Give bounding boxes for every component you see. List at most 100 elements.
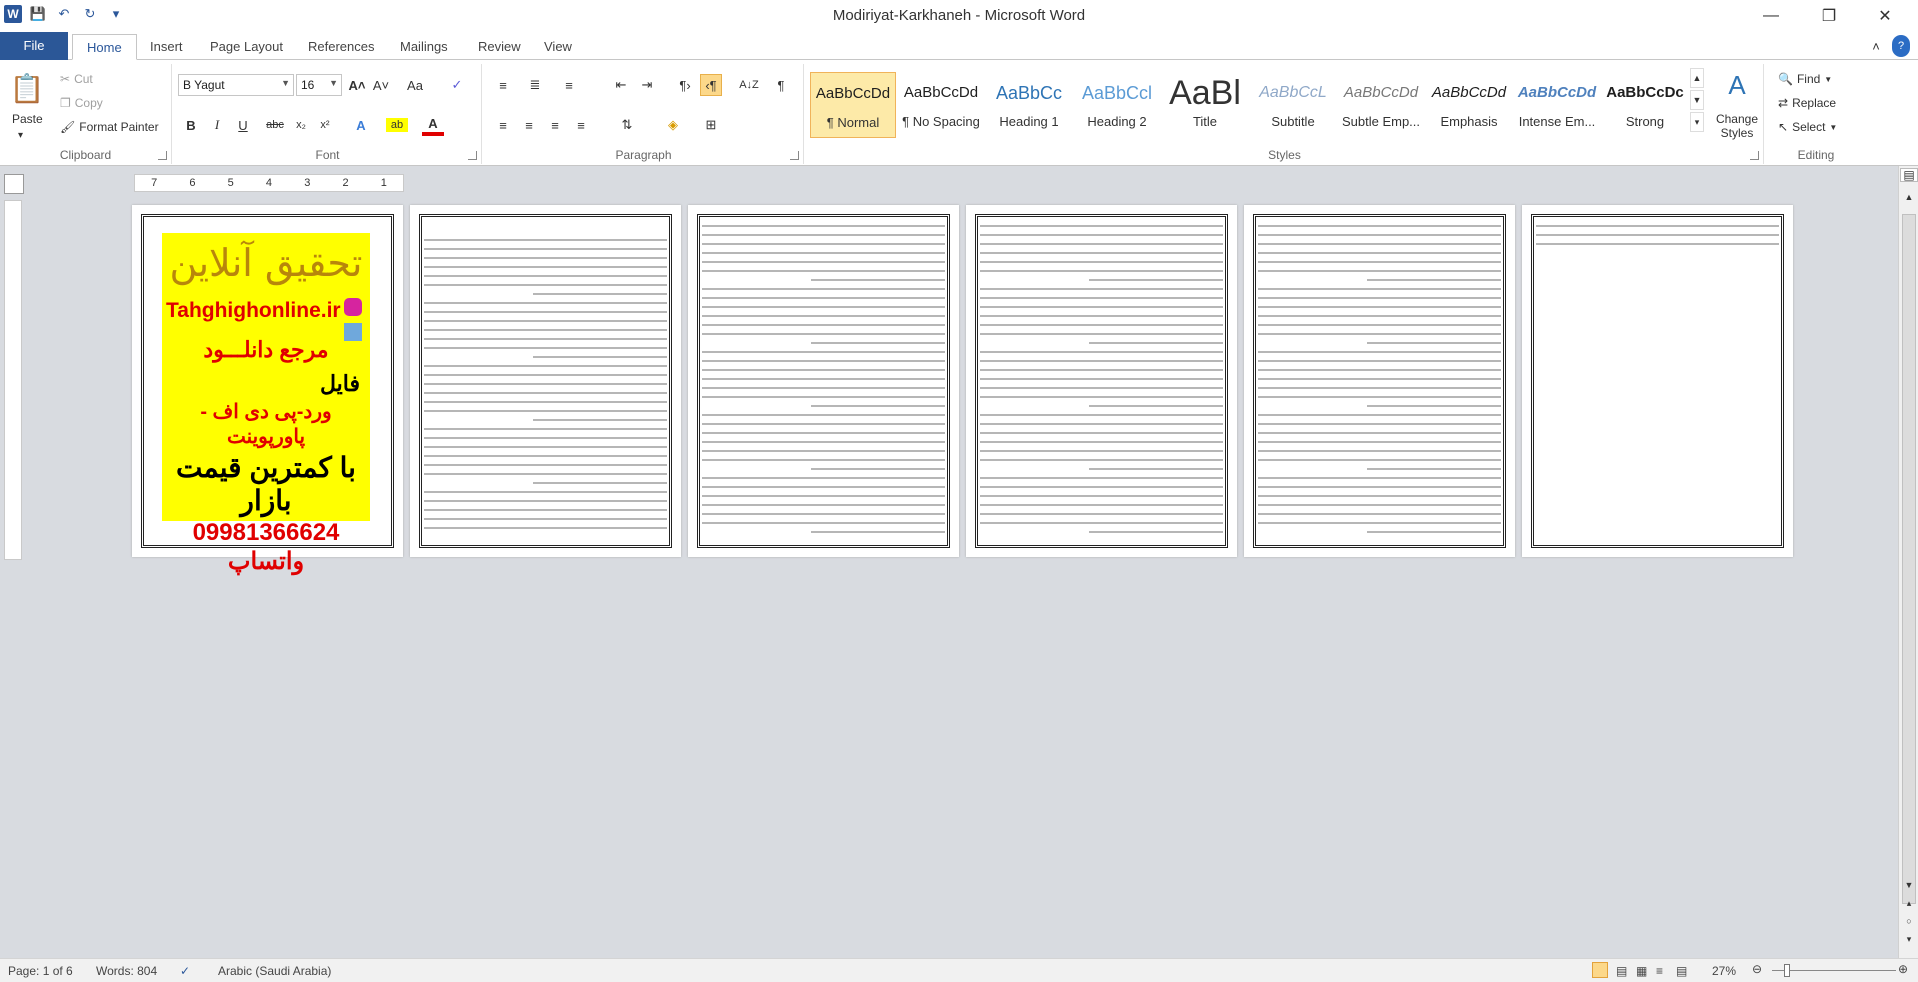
bold-icon[interactable]: B [180, 114, 202, 136]
format-painter-button[interactable]: 🖌 Format Painter [60, 120, 159, 134]
language-indicator[interactable]: Arabic (Saudi Arabia) [218, 964, 331, 978]
style-subtitle[interactable]: AaBbCcL Subtitle [1250, 72, 1336, 138]
numbering-icon[interactable]: ≣ [524, 74, 546, 96]
restore-button[interactable]: ❐ [1806, 0, 1852, 32]
replace-button[interactable]: ⇄ Replace [1778, 96, 1836, 110]
scroll-down-icon[interactable]: ▼ [1900, 878, 1918, 892]
styles-more-icon[interactable]: ▾ [1690, 112, 1704, 132]
horizontal-ruler[interactable]: 7 6 5 4 3 2 1 [134, 174, 404, 192]
line-spacing-icon[interactable]: ⇅ [616, 114, 638, 136]
sort-icon[interactable]: A↓Z [738, 74, 760, 96]
vertical-ruler[interactable] [4, 200, 22, 560]
full-screen-reading-icon[interactable]: ▤ [1616, 964, 1627, 978]
styles-launcher-icon[interactable] [1750, 151, 1759, 160]
multilevel-list-icon[interactable]: ≡ [558, 74, 580, 96]
paste-dropdown-icon[interactable]: ▾ [18, 130, 23, 141]
underline-icon[interactable]: U [232, 114, 254, 136]
paste-icon[interactable]: 📋 [10, 68, 45, 108]
style-strong[interactable]: AaBbCcDc Strong [1602, 72, 1688, 138]
tab-review[interactable]: Review [464, 34, 535, 60]
zoom-slider-thumb[interactable] [1784, 964, 1790, 977]
decrease-indent-icon[interactable]: ⇤ [610, 74, 632, 96]
minimize-button[interactable]: — [1748, 0, 1794, 32]
page-5[interactable] [1244, 205, 1515, 557]
style-no-spacing[interactable]: AaBbCcDd ¶ No Spacing [898, 72, 984, 138]
strikethrough-icon[interactable]: abc [264, 114, 286, 136]
tab-home[interactable]: Home [72, 34, 137, 60]
select-button[interactable]: ↖ Select ▼ [1778, 120, 1837, 134]
ruler-toggle-icon[interactable]: ▤ [1900, 168, 1918, 182]
tab-page-layout[interactable]: Page Layout [196, 34, 297, 60]
align-left-icon[interactable]: ≡ [492, 114, 514, 136]
tab-mailings[interactable]: Mailings [386, 34, 462, 60]
copy-button[interactable]: ❐ Copy [60, 96, 103, 110]
left-to-right-icon[interactable]: ¶› [674, 74, 696, 96]
outline-icon[interactable]: ≡ [1656, 964, 1663, 978]
draft-icon[interactable]: ▤ [1676, 964, 1687, 978]
font-name-combo[interactable]: B Yagut ▼ [178, 74, 294, 96]
zoom-in-icon[interactable]: ⊕ [1898, 962, 1908, 976]
style-heading-1[interactable]: AaBbCc Heading 1 [986, 72, 1072, 138]
next-page-icon[interactable]: ▾ [1900, 932, 1918, 946]
help-icon[interactable]: ? [1892, 35, 1910, 57]
highlight-icon[interactable]: ab [386, 118, 408, 132]
style-heading-2[interactable]: AaBbCcl Heading 2 [1074, 72, 1160, 138]
tab-selector-button[interactable] [4, 174, 24, 194]
zoom-slider[interactable] [1772, 970, 1896, 971]
page-3[interactable] [688, 205, 959, 557]
styles-scroll-up-icon[interactable]: ▲ [1690, 68, 1704, 88]
shading-icon[interactable]: ◈ [662, 114, 684, 136]
font-color-icon[interactable]: A [422, 114, 444, 136]
clipboard-launcher-icon[interactable] [158, 151, 167, 160]
scroll-thumb[interactable] [1902, 214, 1916, 904]
zoom-out-icon[interactable]: ⊖ [1752, 962, 1762, 976]
page-1[interactable]: تحقیق آنلاین Tahghighonline.ir مرجع دانل… [132, 205, 403, 575]
page-indicator[interactable]: Page: 1 of 6 [8, 964, 73, 978]
tab-file[interactable]: File [0, 32, 68, 60]
style-emphasis[interactable]: AaBbCcDd Emphasis [1426, 72, 1512, 138]
align-center-icon[interactable]: ≡ [518, 114, 540, 136]
previous-page-icon[interactable]: ▴ [1900, 896, 1918, 910]
scroll-up-icon[interactable]: ▲ [1900, 190, 1918, 204]
font-size-combo[interactable]: 16 ▼ [296, 74, 342, 96]
page-6[interactable] [1522, 205, 1793, 557]
paragraph-launcher-icon[interactable] [790, 151, 799, 160]
clear-formatting-icon[interactable]: ✓ [446, 74, 468, 96]
grow-font-icon[interactable]: A˄ [346, 74, 368, 96]
italic-icon[interactable]: I [206, 114, 228, 136]
tab-references[interactable]: References [294, 34, 388, 60]
font-launcher-icon[interactable] [468, 151, 477, 160]
shrink-font-icon[interactable]: A˅ [370, 74, 392, 96]
show-formatting-icon[interactable]: ¶ [770, 74, 792, 96]
text-effects-icon[interactable]: A [350, 114, 372, 136]
borders-icon[interactable]: ⊞ [700, 114, 722, 136]
right-to-left-icon[interactable]: ‹¶ [700, 74, 722, 96]
styles-scroll-down-icon[interactable]: ▼ [1690, 90, 1704, 110]
align-right-icon[interactable]: ≡ [544, 114, 566, 136]
style-intense-emphasis[interactable]: AaBbCcDd Intense Em... [1514, 72, 1600, 138]
style-subtle-emphasis[interactable]: AaBbCcDd Subtle Emp... [1338, 72, 1424, 138]
tab-insert[interactable]: Insert [136, 34, 197, 60]
page-2[interactable] [410, 205, 681, 557]
print-layout-icon[interactable] [1592, 962, 1608, 978]
cut-button[interactable]: ✂ Cut [60, 72, 93, 86]
proofing-icon[interactable]: ✓ [180, 964, 190, 978]
change-case-icon[interactable]: Aa [404, 74, 426, 96]
increase-indent-icon[interactable]: ⇥ [636, 74, 658, 96]
paste-button[interactable]: Paste [12, 112, 43, 126]
page-4[interactable] [966, 205, 1237, 557]
word-count[interactable]: Words: 804 [96, 964, 157, 978]
style-normal[interactable]: AaBbCcDd ¶ Normal [810, 72, 896, 138]
web-layout-icon[interactable]: ▦ [1636, 964, 1647, 978]
vertical-scrollbar[interactable]: ▤ ▲ ▼ ▴ ○ ▾ [1898, 166, 1918, 958]
zoom-level[interactable]: 27% [1712, 964, 1736, 978]
change-styles-button[interactable]: Change Styles [1712, 112, 1762, 140]
find-button[interactable]: 🔍 Find ▼ [1778, 72, 1832, 86]
minimize-ribbon-icon[interactable]: ˄ [1868, 35, 1884, 57]
superscript-icon[interactable]: x² [314, 114, 336, 136]
tab-view[interactable]: View [530, 34, 586, 60]
select-browse-object-icon[interactable]: ○ [1900, 914, 1918, 928]
justify-icon[interactable]: ≡ [570, 114, 592, 136]
bullets-icon[interactable]: ≡ [492, 74, 514, 96]
style-title[interactable]: AaBl Title [1162, 72, 1248, 138]
